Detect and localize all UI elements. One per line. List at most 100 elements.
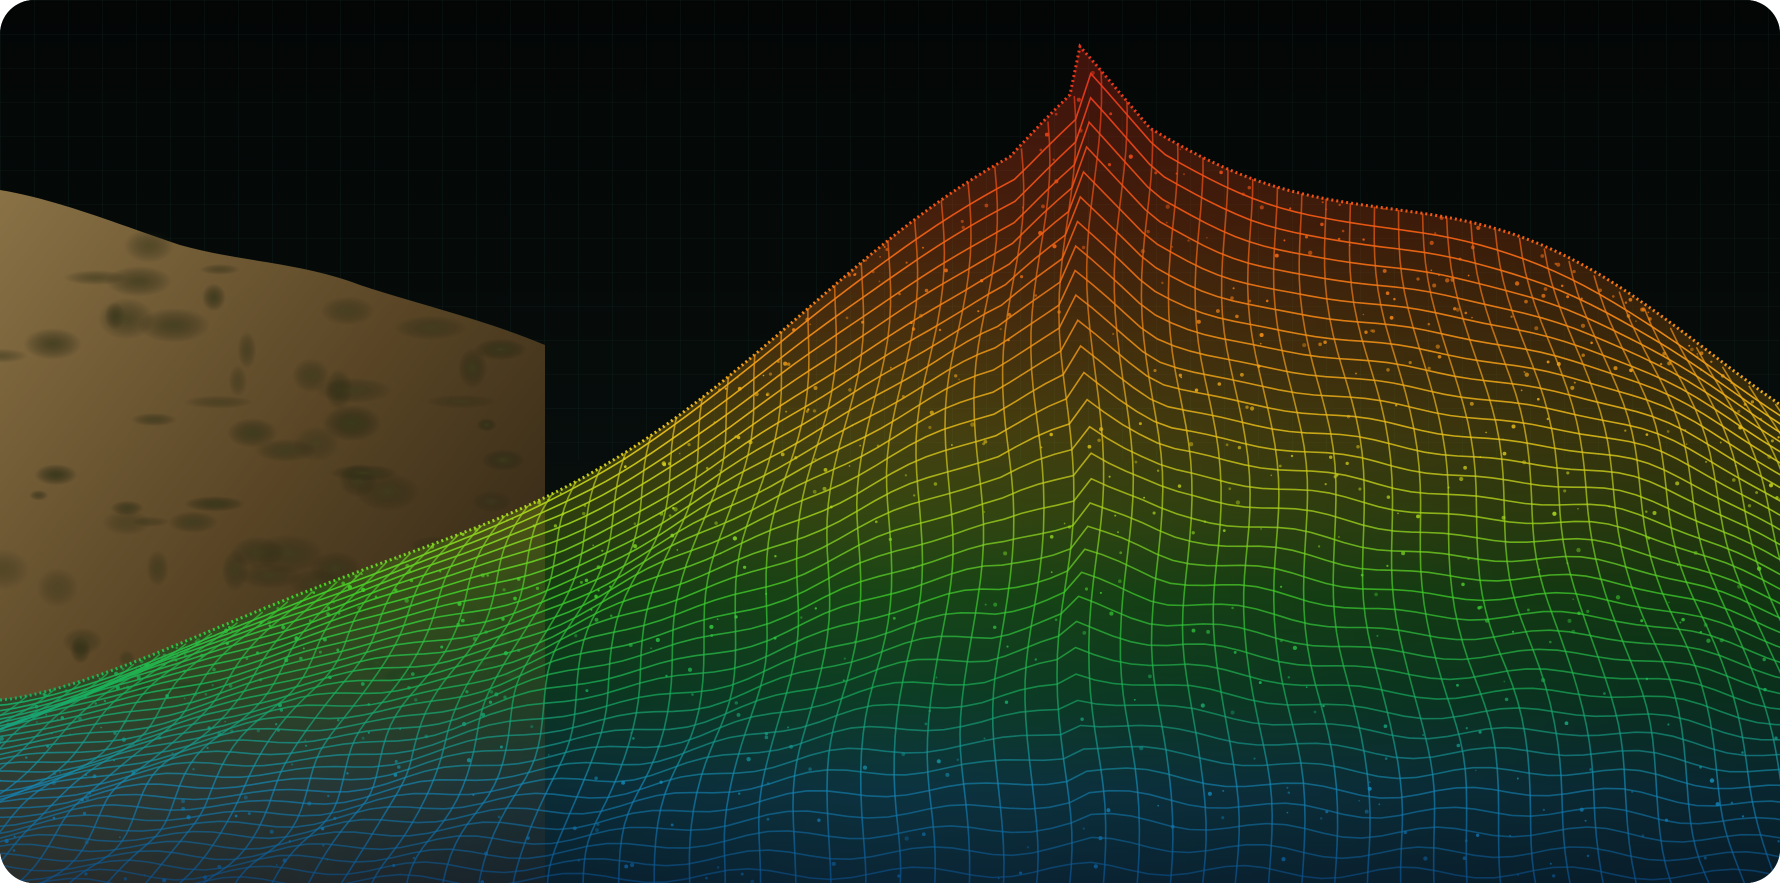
point-cloud-dot: [1170, 824, 1175, 829]
point-cloud-dot: [672, 507, 675, 510]
point-cloud-dot: [1699, 630, 1703, 634]
point-cloud-dot: [919, 313, 923, 318]
point-cloud-dot: [1177, 484, 1182, 488]
point-cloud-dot: [670, 823, 674, 827]
point-cloud-dot: [862, 765, 868, 770]
point-cloud-dot: [1581, 353, 1585, 357]
point-cloud-dot: [958, 378, 960, 381]
point-cloud-dot: [336, 648, 340, 652]
point-cloud-dot: [1524, 372, 1529, 377]
point-cloud-dot: [503, 651, 509, 656]
point-cloud-dot: [1479, 456, 1482, 459]
point-cloud-dot: [1645, 510, 1648, 513]
point-cloud-dot: [1699, 351, 1704, 356]
point-cloud-dot: [724, 387, 727, 390]
point-cloud-dot: [88, 791, 92, 795]
point-cloud-dot: [1194, 388, 1199, 392]
point-cloud-dot: [200, 653, 204, 658]
point-cloud-dot: [950, 444, 953, 446]
point-cloud-dot: [1021, 206, 1024, 209]
point-cloud-dot: [1345, 461, 1349, 466]
point-cloud-dot: [1049, 432, 1053, 437]
point-cloud-dot: [484, 630, 488, 634]
point-cloud-dot: [322, 844, 325, 847]
point-cloud-dot: [1510, 315, 1513, 318]
point-cloud-dot: [667, 462, 672, 466]
point-cloud-dot: [1221, 816, 1225, 820]
point-cloud-dot: [823, 468, 828, 472]
point-cloud-dot: [871, 270, 875, 274]
point-cloud-dot: [1546, 417, 1550, 421]
point-cloud-dot: [992, 625, 997, 630]
point-cloud-dot: [596, 822, 600, 826]
point-cloud-dot: [405, 563, 410, 568]
point-cloud-dot: [1034, 658, 1038, 661]
point-cloud-dot: [592, 544, 595, 547]
point-cloud-dot: [1548, 640, 1552, 644]
point-cloud-dot: [993, 602, 998, 607]
point-cloud-dot: [805, 409, 809, 413]
point-cloud-dot: [1543, 287, 1548, 291]
point-cloud-dot: [805, 317, 810, 322]
point-cloud-dot: [1093, 864, 1098, 869]
point-cloud-dot: [1247, 185, 1252, 190]
point-cloud-dot: [1280, 585, 1283, 588]
point-cloud-dot: [1019, 871, 1023, 875]
point-cloud-dot: [765, 393, 769, 397]
point-cloud-dot: [1520, 389, 1523, 392]
point-cloud-dot: [78, 716, 82, 721]
point-cloud-dot: [1750, 400, 1755, 404]
point-cloud-dot: [1590, 341, 1593, 345]
point-cloud-dot: [407, 686, 411, 690]
point-cloud-dot: [113, 759, 116, 762]
point-cloud-dot: [440, 645, 444, 649]
point-cloud-dot: [85, 796, 90, 801]
point-cloud-dot: [328, 675, 332, 680]
point-cloud-dot: [337, 612, 341, 615]
point-cloud-dot: [1416, 277, 1420, 281]
shrub: [228, 365, 248, 397]
point-cloud-dot: [1479, 605, 1483, 609]
point-cloud-dot: [203, 875, 208, 880]
point-cloud-dot: [1241, 192, 1245, 196]
point-cloud-dot: [1511, 630, 1515, 633]
point-cloud-dot: [912, 566, 915, 569]
point-cloud-dot: [1057, 310, 1061, 314]
point-cloud-dot: [206, 746, 209, 750]
point-cloud-dot: [1383, 724, 1388, 728]
point-cloud-dot: [1469, 401, 1474, 406]
point-cloud-dot: [513, 596, 517, 601]
point-cloud-dot: [282, 858, 287, 863]
point-cloud-dot: [1133, 698, 1136, 701]
point-cloud-dot: [409, 578, 414, 583]
point-cloud-dot: [1090, 70, 1095, 75]
point-cloud-dot: [1422, 734, 1424, 736]
point-cloud-dot: [1737, 584, 1742, 589]
point-cloud-dot: [113, 731, 117, 735]
point-cloud-dot: [911, 327, 916, 331]
point-cloud-dot: [595, 828, 599, 833]
shrub: [36, 567, 79, 608]
point-cloud-dot: [103, 699, 107, 703]
point-cloud-dot: [1608, 505, 1611, 508]
point-cloud-dot: [780, 452, 785, 457]
point-cloud-dot: [83, 694, 88, 698]
point-cloud-dot: [430, 545, 435, 549]
point-cloud-dot: [175, 646, 178, 650]
point-cloud-dot: [809, 323, 811, 326]
point-cloud-dot: [1356, 444, 1360, 449]
point-cloud-dot: [424, 734, 429, 739]
point-cloud-dot: [472, 793, 475, 797]
point-cloud-dot: [1523, 370, 1526, 374]
point-cloud-dot: [1647, 537, 1651, 540]
point-cloud-dot: [843, 657, 846, 660]
point-cloud-dot: [601, 549, 604, 552]
point-cloud-dot: [1458, 257, 1462, 261]
point-cloud-dot: [217, 864, 222, 869]
point-cloud-dot: [207, 726, 211, 730]
point-cloud-dot: [1572, 269, 1576, 274]
point-cloud-dot: [1541, 293, 1546, 298]
point-cloud-dot: [327, 606, 330, 610]
point-cloud-dot: [1719, 441, 1722, 444]
point-cloud-dot: [1598, 288, 1602, 293]
